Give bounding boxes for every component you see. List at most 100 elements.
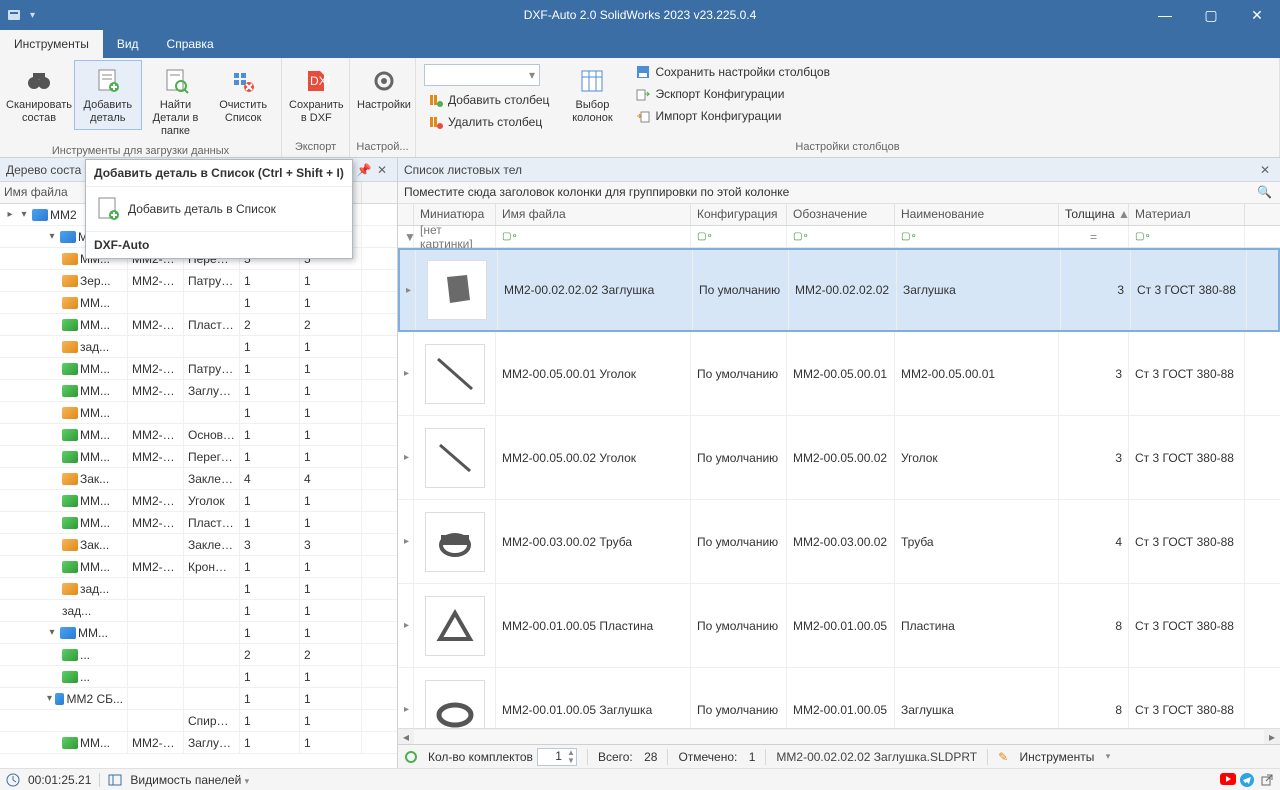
external-link-icon[interactable] xyxy=(1260,773,1274,787)
part-icon xyxy=(62,649,78,661)
grid-headers: Миниатюра Имя файла Конфигурация Обознач… xyxy=(398,204,1280,226)
save-columns-button[interactable]: Сохранить настройки столбцов xyxy=(631,62,834,82)
tooltip-icon xyxy=(94,195,122,223)
close-button[interactable]: ✕ xyxy=(1234,0,1280,30)
tree-row[interactable]: ММ...11 xyxy=(0,292,397,314)
qa-dropdown-icon[interactable]: ▾ xyxy=(30,10,35,21)
tooltip: Добавить деталь в Список (Ctrl + Shift +… xyxy=(85,159,353,259)
filter-chip-icon[interactable]: ▢∘ xyxy=(502,231,518,242)
column-combo[interactable]: ▾ xyxy=(424,64,540,86)
col-material[interactable]: Материал xyxy=(1129,204,1245,225)
tree-row[interactable]: ▾ММ...11 xyxy=(0,622,397,644)
tree-row[interactable]: Зак...Заклепк...33 xyxy=(0,534,397,556)
sheet-panel-title: Список листовых тел xyxy=(404,163,1256,177)
refresh-icon[interactable] xyxy=(404,750,418,764)
part-icon xyxy=(62,539,78,551)
tools-dropdown[interactable]: ✎ Инструменты ▾ xyxy=(998,750,1110,764)
grid-row[interactable]: ▸ММ2-00.03.00.02 ТрубаПо умолчаниюММ2-00… xyxy=(398,500,1280,584)
pin-icon[interactable]: 📌 xyxy=(355,163,373,177)
horizontal-scrollbar[interactable]: ◂▸ xyxy=(398,728,1280,744)
tree-row[interactable]: Зер...ММ2-00...Патрубок11 xyxy=(0,270,397,292)
col-filename[interactable]: Имя файла xyxy=(496,204,691,225)
tree-row[interactable]: зад...11 xyxy=(0,600,397,622)
close-panel-icon[interactable]: ✕ xyxy=(1256,163,1274,177)
settings-button[interactable]: Настройки xyxy=(354,60,414,117)
select-columns-button[interactable]: Выбор колонок xyxy=(557,60,627,130)
tree-body[interactable]: ▸▾ММ2 ▾МММ...ММ2-00...Перены...55Зер...М… xyxy=(0,204,397,768)
search-icon[interactable]: 🔍 xyxy=(1257,185,1272,199)
tree-row[interactable]: ММ...ММ2-00...Уголок11 xyxy=(0,490,397,512)
tab-help[interactable]: Справка xyxy=(153,30,228,58)
thumbnail xyxy=(427,260,487,320)
col-config[interactable]: Конфигурация xyxy=(691,204,787,225)
minimize-button[interactable]: — xyxy=(1142,0,1188,30)
find-parts-button[interactable]: Найти Детали в папке xyxy=(142,60,210,143)
thumbnail xyxy=(425,596,485,656)
svg-text:DXF: DXF xyxy=(310,74,330,88)
add-column-button[interactable]: Добавить столбец xyxy=(424,90,553,110)
part-icon xyxy=(62,319,78,331)
tree-row[interactable]: ММ...ММ2-00...Кроншт...11 xyxy=(0,556,397,578)
telegram-icon[interactable] xyxy=(1240,773,1254,787)
grid-row[interactable]: ▸ММ2-00.01.00.05 ЗаглушкаПо умолчаниюММ2… xyxy=(398,668,1280,728)
tree-row[interactable]: Спираль...11 xyxy=(0,710,397,732)
grid-row[interactable]: ▸ММ2-00.02.02.02 ЗаглушкаПо умолчаниюММ2… xyxy=(398,248,1280,332)
tree-row[interactable]: ММ...ММ2-00...Пластина11 xyxy=(0,512,397,534)
tree-row[interactable]: ММ...ММ2-00...Заглушка11 xyxy=(0,732,397,754)
part-icon xyxy=(62,341,78,353)
add-part-button[interactable]: Добавить деталь xyxy=(74,60,142,130)
kits-input[interactable]: 1▲▼ xyxy=(537,748,577,766)
tree-row[interactable]: ММ...ММ2-00...Перегор...11 xyxy=(0,446,397,468)
col-thickness[interactable]: Толщина ▲ xyxy=(1059,204,1129,225)
delete-column-button[interactable]: Удалить столбец xyxy=(424,112,553,132)
save-dxf-button[interactable]: DXF Сохранить в DXF xyxy=(286,60,347,130)
ribbon: Сканировать состав Добавить деталь Найти… xyxy=(0,58,1280,158)
import-config-button[interactable]: Импорт Конфигурации xyxy=(631,106,834,126)
columns-icon xyxy=(576,65,608,97)
folder-search-icon xyxy=(160,65,192,97)
elapsed-time: 00:01:25.21 xyxy=(28,773,91,787)
part-icon xyxy=(60,627,76,639)
tree-row[interactable]: ММ...ММ2-00...Патрубок11 xyxy=(0,358,397,380)
col-code[interactable]: Обозначение xyxy=(787,204,895,225)
grid-row[interactable]: ▸ММ2-00.05.00.02 УголокПо умолчаниюММ2-0… xyxy=(398,416,1280,500)
dxf-icon: DXF xyxy=(300,65,332,97)
part-icon xyxy=(62,407,78,419)
tree-row[interactable]: Зак...Заклепк...44 xyxy=(0,468,397,490)
sheet-bodies-panel: Список листовых тел ✕ Поместите сюда заг… xyxy=(398,158,1280,768)
tree-row[interactable]: ММ...ММ2-00...Основан...11 xyxy=(0,424,397,446)
tree-row[interactable]: зад...11 xyxy=(0,578,397,600)
part-icon xyxy=(62,253,78,265)
tab-instruments[interactable]: Инструменты xyxy=(0,30,103,58)
export-icon xyxy=(635,86,651,102)
panel-visibility-dropdown[interactable]: Видимость панелей ▾ xyxy=(130,773,249,787)
app-icon xyxy=(6,7,22,23)
tree-row[interactable]: зад...11 xyxy=(0,336,397,358)
tree-row[interactable]: ...11 xyxy=(0,666,397,688)
grid-row[interactable]: ▸ММ2-00.05.00.01 УголокПо умолчаниюММ2-0… xyxy=(398,332,1280,416)
grid-body[interactable]: ▸ММ2-00.02.02.02 ЗаглушкаПо умолчаниюММ2… xyxy=(398,248,1280,728)
close-panel-icon[interactable]: ✕ xyxy=(373,163,391,177)
tree-row[interactable]: ММ...ММ2-00...Заглушка11 xyxy=(0,380,397,402)
col-name[interactable]: Наименование xyxy=(895,204,1059,225)
delete-column-icon xyxy=(428,114,444,130)
menu-bar: Инструменты Вид Справка xyxy=(0,30,1280,58)
tree-row[interactable]: ...22 xyxy=(0,644,397,666)
add-document-icon xyxy=(92,65,124,97)
youtube-icon[interactable] xyxy=(1220,773,1234,787)
maximize-button[interactable]: ▢ xyxy=(1188,0,1234,30)
tree-row[interactable]: ММ...ММ2-00...Пластина22 xyxy=(0,314,397,336)
tab-view[interactable]: Вид xyxy=(103,30,153,58)
scan-button[interactable]: Сканировать состав xyxy=(4,60,74,130)
tree-row[interactable]: ММ...11 xyxy=(0,402,397,424)
thumbnail xyxy=(425,344,485,404)
add-column-icon xyxy=(428,92,444,108)
gear-icon xyxy=(368,65,400,97)
tree-row[interactable]: ▾ММ2 СБ...11 xyxy=(0,688,397,710)
clear-list-button[interactable]: Очистить Список xyxy=(209,60,277,130)
tooltip-footer: DXF-Auto xyxy=(86,231,352,258)
group-by-hint[interactable]: Поместите сюда заголовок колонки для гру… xyxy=(398,182,1280,204)
export-config-button[interactable]: Эскпорт Конфигурации xyxy=(631,84,834,104)
save-icon xyxy=(635,64,651,80)
grid-row[interactable]: ▸ММ2-00.01.00.05 ПластинаПо умолчаниюММ2… xyxy=(398,584,1280,668)
